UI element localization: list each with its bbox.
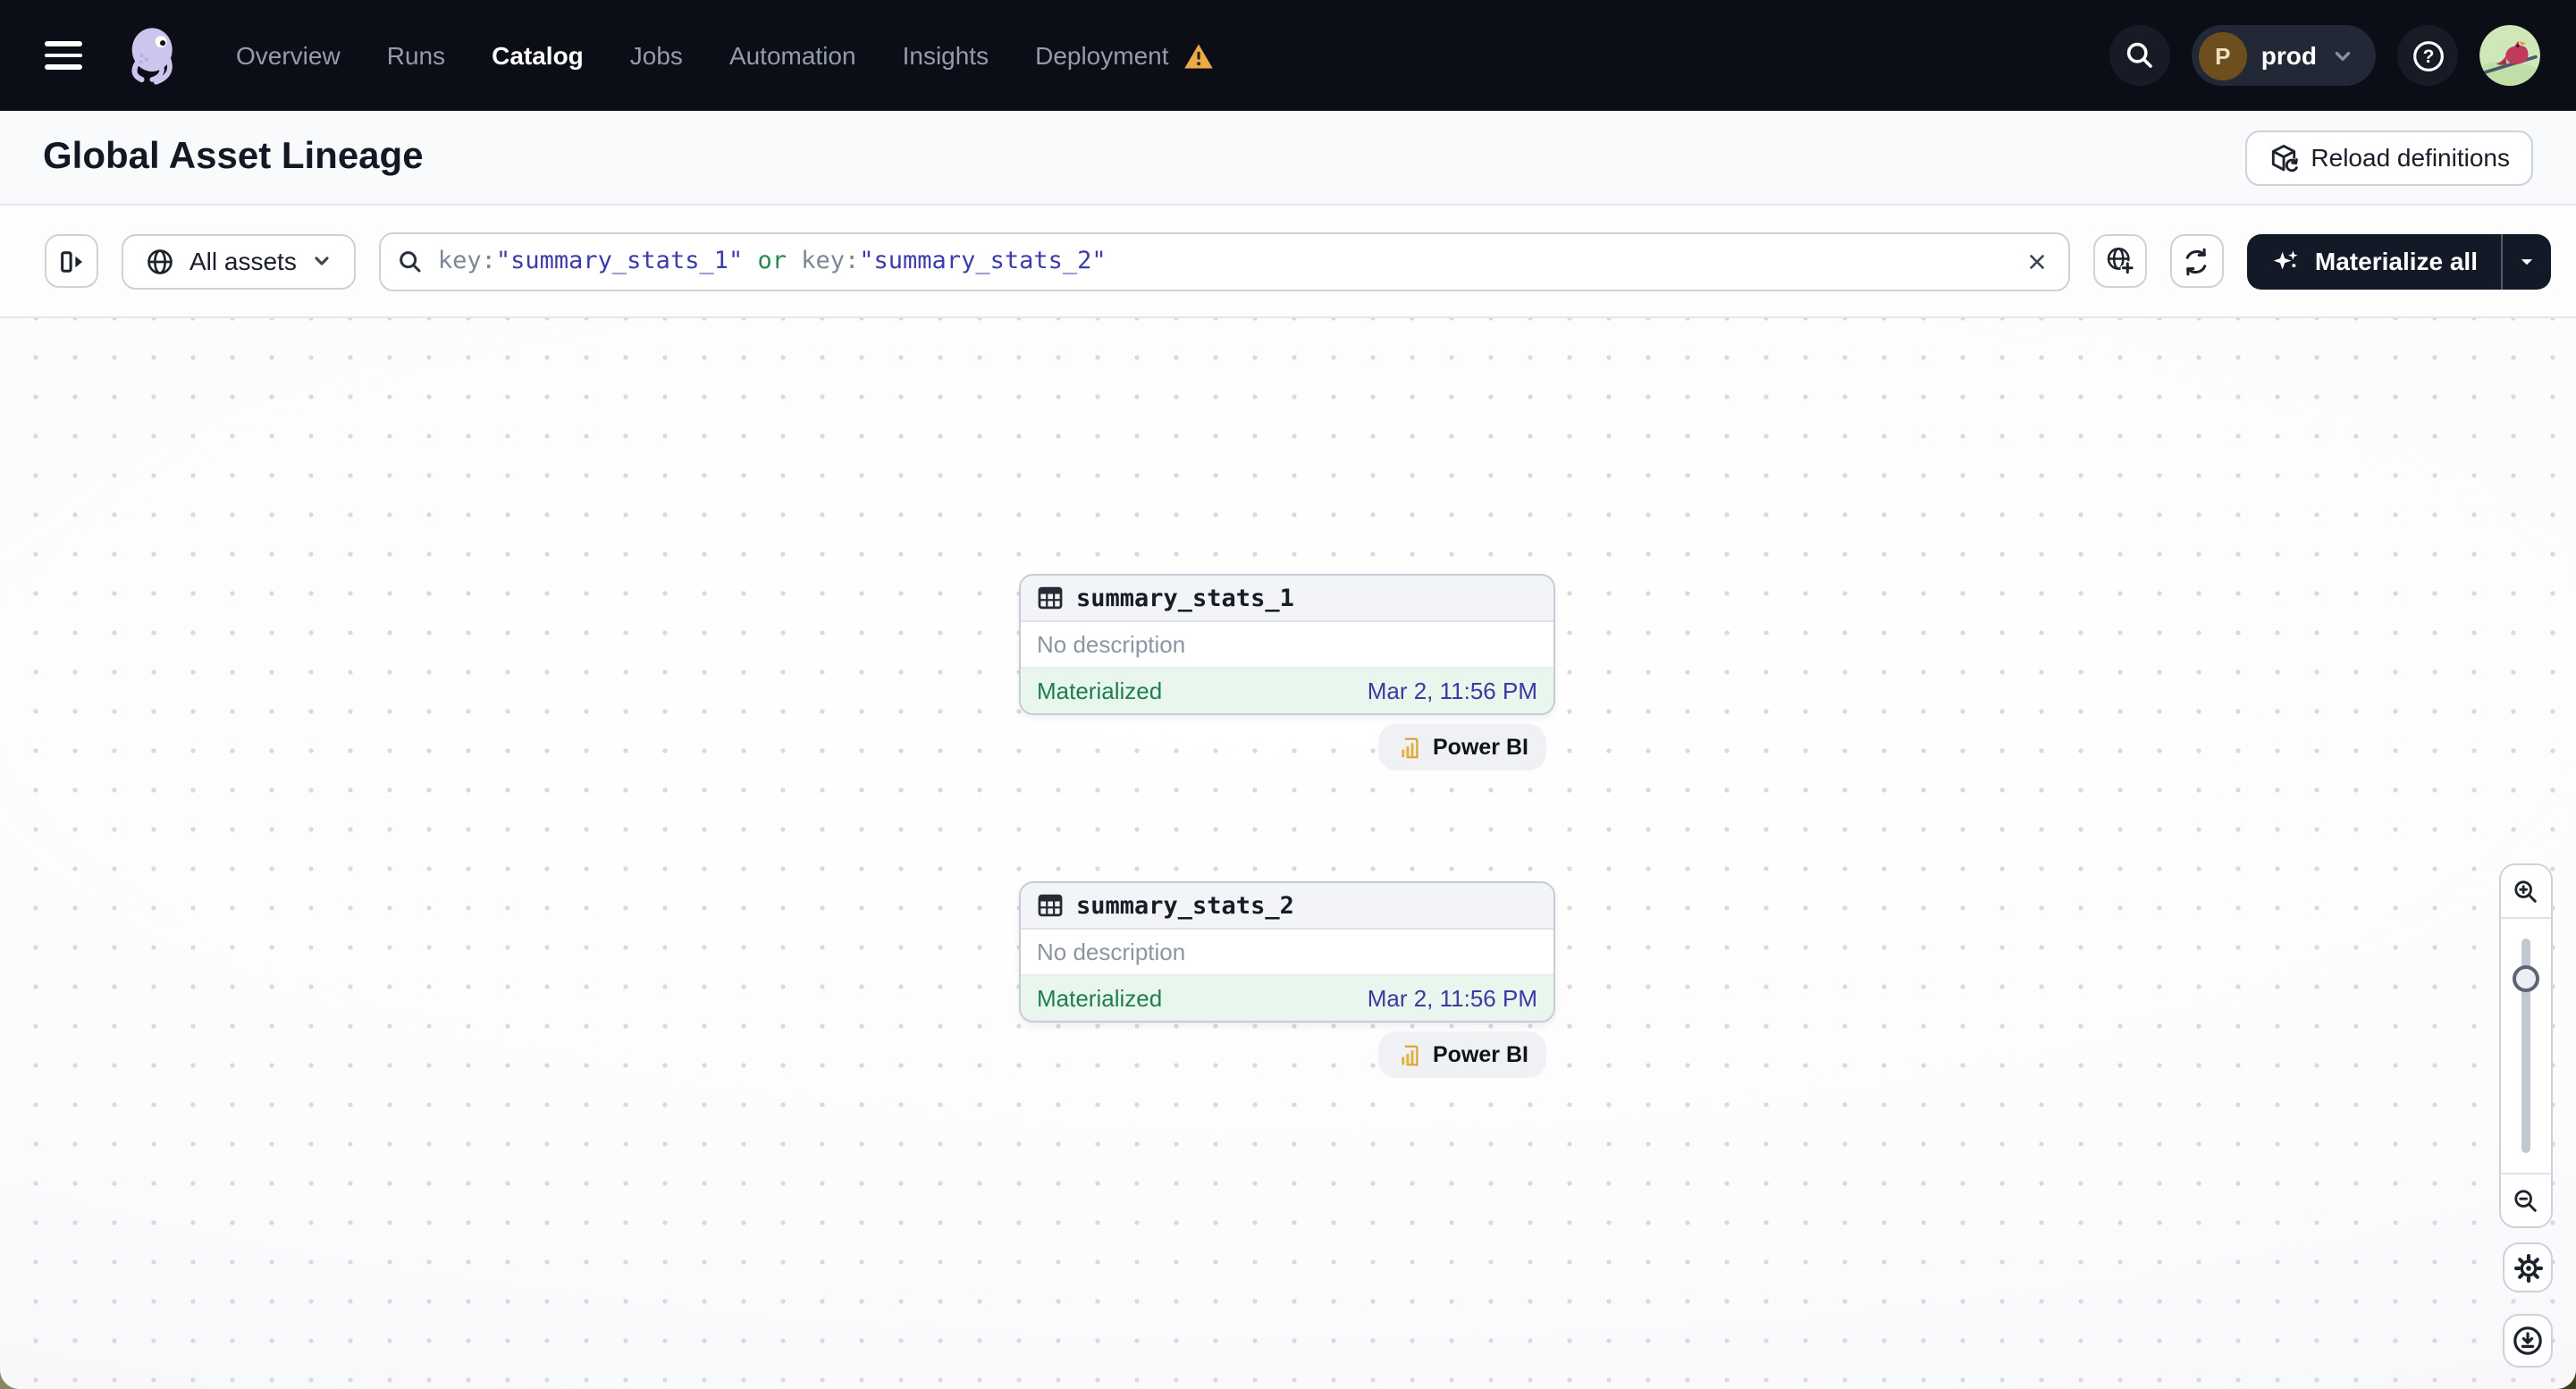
filter-external-assets-button[interactable] bbox=[2092, 234, 2147, 288]
top-nav: Overview Runs Catalog Jobs Automation In… bbox=[0, 0, 2576, 111]
reload-definitions-icon bbox=[2271, 143, 2298, 172]
deployment-name: prod bbox=[2260, 41, 2317, 70]
asset-node-header: summary_stats_1 bbox=[1021, 576, 1553, 622]
search-icon bbox=[2126, 42, 2152, 68]
materialization-timestamp[interactable]: Mar 2, 11:56 PM bbox=[1368, 985, 1537, 1012]
asset-node-summary-stats-1[interactable]: summary_stats_1 No description Materiali… bbox=[1019, 574, 1555, 715]
global-search-button[interactable] bbox=[2109, 25, 2170, 86]
primary-nav-links: Overview Runs Catalog Jobs Automation In… bbox=[236, 41, 1214, 70]
asset-status-row: Materialized Mar 2, 11:56 PM bbox=[1021, 669, 1553, 713]
hamburger-menu-button[interactable] bbox=[36, 25, 97, 86]
dagster-logo[interactable] bbox=[122, 23, 186, 88]
globe-plus-icon bbox=[2107, 248, 2135, 275]
asset-status-row: Materialized Mar 2, 11:56 PM bbox=[1021, 976, 1553, 1021]
nav-item-deployment[interactable]: Deployment bbox=[1035, 41, 1168, 70]
asset-scope-dropdown[interactable]: All assets bbox=[122, 233, 356, 289]
svg-text:?: ? bbox=[2422, 46, 2434, 66]
powerbi-icon bbox=[1401, 1044, 1418, 1065]
globe-icon bbox=[147, 248, 173, 274]
sparkles-icon bbox=[2273, 249, 2298, 269]
table-icon bbox=[1038, 586, 1063, 610]
nav-item-automation[interactable]: Automation bbox=[729, 41, 856, 70]
open-panel-icon bbox=[60, 250, 81, 272]
reload-definitions-button[interactable]: Reload definitions bbox=[2244, 130, 2533, 185]
table-icon bbox=[1038, 894, 1063, 917]
refresh-graph-button[interactable] bbox=[2169, 234, 2224, 288]
nav-item-jobs[interactable]: Jobs bbox=[630, 41, 683, 70]
zoom-in-icon bbox=[2514, 880, 2537, 902]
asset-node-summary-stats-2[interactable]: summary_stats_2 No description Materiali… bbox=[1019, 881, 1555, 1023]
status-badge: Materialized bbox=[1037, 985, 1163, 1012]
zoom-control-widget bbox=[2499, 863, 2553, 1228]
reload-definitions-label: Reload definitions bbox=[2311, 143, 2510, 172]
materialize-all-button[interactable]: Materialize all bbox=[2247, 233, 2501, 289]
zoom-in-button[interactable] bbox=[2501, 865, 2551, 919]
materialize-all-split-button: Materialize all bbox=[2246, 233, 2551, 289]
powerbi-tag-label: Power BI bbox=[1433, 735, 1528, 760]
nav-right-cluster: P prod ? bbox=[2109, 25, 2540, 86]
zoom-out-button[interactable] bbox=[2501, 1173, 2551, 1226]
powerbi-icon bbox=[1401, 737, 1418, 758]
deployment-avatar: P bbox=[2198, 31, 2247, 80]
asset-search-input[interactable]: key:"summary_stats_1" or key:"summary_st… bbox=[378, 232, 2070, 290]
search-query-text: key:"summary_stats_1" or key:"summary_st… bbox=[437, 247, 1107, 275]
zoom-slider-knob[interactable] bbox=[2513, 965, 2539, 992]
help-button[interactable]: ? bbox=[2397, 25, 2458, 86]
powerbi-tag-label: Power BI bbox=[1433, 1042, 1528, 1067]
chevron-down-icon bbox=[315, 257, 329, 265]
nav-item-insights[interactable]: Insights bbox=[903, 41, 989, 70]
graph-settings-button[interactable] bbox=[2503, 1242, 2553, 1292]
nav-item-overview[interactable]: Overview bbox=[236, 41, 341, 70]
asset-name: summary_stats_1 bbox=[1076, 584, 1294, 612]
gear-icon bbox=[2513, 1252, 2543, 1283]
materialization-timestamp[interactable]: Mar 2, 11:56 PM bbox=[1368, 678, 1537, 704]
search-icon bbox=[400, 250, 421, 272]
caret-down-icon bbox=[2521, 258, 2533, 265]
lineage-graph-canvas[interactable]: summary_stats_1 No description Materiali… bbox=[0, 318, 2576, 1389]
user-avatar[interactable] bbox=[2479, 25, 2540, 86]
zoom-slider[interactable] bbox=[2501, 919, 2551, 1173]
close-icon bbox=[2030, 254, 2044, 268]
nav-item-runs[interactable]: Runs bbox=[387, 41, 445, 70]
download-graph-button[interactable] bbox=[2503, 1314, 2553, 1368]
nav-item-catalog[interactable]: Catalog bbox=[492, 41, 584, 70]
app-window: Overview Runs Catalog Jobs Automation In… bbox=[0, 0, 2576, 1389]
toggle-sidebar-button[interactable] bbox=[45, 234, 98, 288]
zoom-out-icon bbox=[2514, 1189, 2537, 1211]
chevron-down-icon bbox=[2335, 50, 2351, 61]
scale-wrapper: Overview Runs Catalog Jobs Automation In… bbox=[0, 0, 2576, 1389]
powerbi-tag-summary-stats-1[interactable]: Power BI bbox=[1377, 724, 1546, 770]
refresh-icon bbox=[2186, 247, 2208, 275]
asset-scope-label: All assets bbox=[189, 247, 297, 275]
powerbi-tag-summary-stats-2[interactable]: Power BI bbox=[1377, 1031, 1546, 1078]
page-header: Global Asset Lineage Reload definitions bbox=[0, 111, 2576, 206]
asset-description: No description bbox=[1021, 930, 1553, 976]
asset-name: summary_stats_2 bbox=[1076, 891, 1294, 920]
asset-description: No description bbox=[1021, 622, 1553, 669]
status-badge: Materialized bbox=[1037, 678, 1163, 704]
download-icon bbox=[2513, 1326, 2542, 1355]
materialize-all-label: Materialize all bbox=[2314, 247, 2478, 275]
warning-icon bbox=[1183, 43, 1213, 68]
deployment-switcher[interactable]: P prod bbox=[2191, 25, 2376, 86]
cardinal-bird-avatar bbox=[2479, 25, 2540, 86]
clear-search-button[interactable] bbox=[2022, 246, 2052, 276]
materialize-options-button[interactable] bbox=[2503, 233, 2551, 289]
octopus-icon bbox=[131, 28, 173, 85]
help-icon: ? bbox=[2412, 40, 2443, 71]
lineage-toolbar: All assets key:"summary_stats_1" or key:… bbox=[0, 206, 2576, 318]
page-title: Global Asset Lineage bbox=[43, 136, 424, 177]
asset-node-header: summary_stats_2 bbox=[1021, 883, 1553, 930]
